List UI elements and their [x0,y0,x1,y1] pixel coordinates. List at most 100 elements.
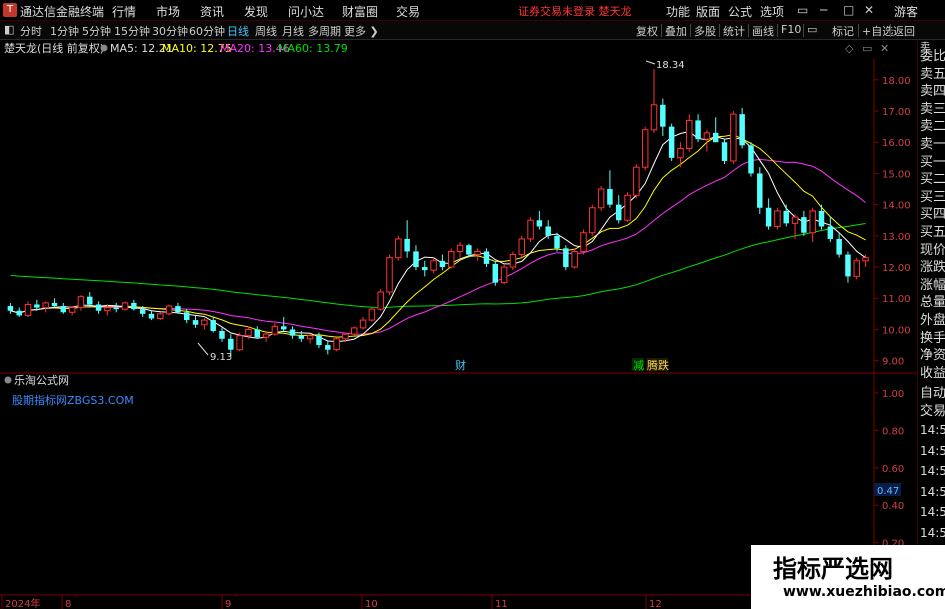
statistics-button[interactable]: 统计 [723,23,745,39]
restore-rights-button[interactable]: 复权 [636,23,658,39]
toolbar-toggle-icon[interactable]: ◧ [4,23,14,36]
candle-down [712,132,719,143]
candle-down [404,238,410,252]
tab-daily[interactable]: 日线 [227,23,249,39]
menu-formula[interactable]: 公式 [728,3,752,20]
low-marker-line [197,342,209,356]
back-button[interactable]: 返回 [893,23,915,39]
tab-60min[interactable]: 60分钟 [189,23,225,39]
side-panel-label: 买四 [920,207,945,223]
side-panel-label: 委比 [920,49,945,64]
time-axis: 2024年 8 9 10 11 12 [1,595,662,609]
draw-line-button[interactable]: 画线 [752,23,774,39]
quote-side-panel: 卖1000委比卖五卖四卖三卖二卖一买一买二买三买四买五现价涨跌涨幅总量外盘换手净… [917,40,945,609]
minimize-icon[interactable]: ─ [820,3,827,17]
candle-down [439,260,446,268]
toolbar: ◧ 分时 1分钟 5分钟 15分钟 30分钟 60分钟 日线 周线 月线 多周期… [0,21,945,40]
mark-icon[interactable]: ▭ [807,23,817,36]
price-tick-label: 16.00 [882,138,911,149]
tab-weekly[interactable]: 周线 [255,23,277,39]
menu-wealth[interactable]: 财富圈 [342,3,378,20]
side-panel-time: 14:56 [920,505,945,519]
maximize-icon[interactable]: □ [843,3,854,17]
tab-1min[interactable]: 1分钟 [50,23,79,39]
menu-function[interactable]: 功能 [666,3,690,20]
menu-market[interactable]: 市场 [156,3,180,20]
ma-lines [10,131,866,343]
sub-price-tick-label: 1.00 [882,389,904,400]
login-alert[interactable]: 证券交易未登录 楚天龙 [518,3,632,19]
tab-intraday[interactable]: 分时 [20,23,42,39]
candle-down [298,335,305,339]
candle-down [765,207,772,227]
tab-15min[interactable]: 15分钟 [114,23,150,39]
watermark-title: 指标严选网 [773,555,893,583]
side-panel-label: 外盘 [920,313,945,328]
candle-down [554,235,560,249]
user-label[interactable]: 游客 [894,3,918,20]
mark-button[interactable]: 标记 [832,23,854,39]
add-watchlist-button[interactable]: +自选 [862,23,893,39]
panel-close-icon[interactable]: ✕ [880,42,889,55]
menu-assistant[interactable]: 问小达 [288,3,324,20]
candle-down [845,254,851,277]
diamond-icon[interactable]: ◇ [845,42,854,55]
candle-up [571,250,578,268]
candle-up [386,257,393,293]
sub-settings-dot-icon[interactable] [4,376,12,384]
menu-layout[interactable]: 版面 [696,3,720,20]
event-marker-limit[interactable]: 腾跌 [647,358,669,372]
menu-options[interactable]: 选项 [760,3,784,20]
candle-up [447,250,455,268]
multi-stock-button[interactable]: 多股 [694,23,716,39]
panel-maximize-icon[interactable]: ▭ [862,42,872,55]
candle-up [527,219,534,240]
candle-down [228,338,234,350]
candle-up [157,313,164,320]
candle-up [351,327,358,335]
candle-down [827,226,834,239]
candle-up [500,266,508,284]
time-tick-label: 10 [365,599,378,609]
app-title: 通达信金融终端 [20,5,105,19]
menu-quotes[interactable]: 行情 [112,3,136,20]
side-panel-label: 买二 [920,172,945,188]
window-menu-icon[interactable]: ▭ [797,3,808,17]
menu-trade[interactable]: 交易 [396,3,420,20]
close-icon[interactable]: ✕ [864,3,874,17]
price-tick-label: 12.00 [882,263,911,274]
time-tick-label: 11 [495,599,508,609]
tab-more[interactable]: 更多 ❯ [344,23,379,39]
candle-down [607,189,613,205]
overlay-button[interactable]: 叠加 [665,23,687,39]
side-panel-label: 涨幅 [920,277,945,293]
candle-up [271,325,279,335]
ma60-label: MA60: 13.79 [278,42,348,55]
tab-30min[interactable]: 30分钟 [152,23,188,39]
tab-monthly[interactable]: 月线 [282,23,304,39]
event-marker-finance[interactable]: 财 [455,358,466,372]
sub-value-marker: 0.47 [877,486,899,497]
menu-discover[interactable]: 发现 [244,3,268,20]
candle-up [703,132,711,140]
kline-chart[interactable]: 楚天龙(日线 前复权) MA5: 12.21 MA10: 12.75 MA20:… [0,40,917,609]
low-price-label: 9.13 [210,352,232,363]
sub-price-tick-label: 0.40 [882,501,904,512]
toolbar-separator [777,24,778,37]
candle-down [739,114,745,146]
menu-news[interactable]: 资讯 [200,3,224,20]
side-panel-time: 14:56 [920,443,945,458]
side-panel-label: 交易 [920,404,945,419]
settings-dot-icon[interactable] [100,44,108,52]
side-panel-label: 买三 [920,189,945,205]
candle-up [165,305,173,315]
tab-multi-period[interactable]: 多周期 [308,23,341,39]
side-panel-time: 14:56 [920,423,945,437]
side-panel-label: 自动 [920,386,945,401]
event-marker-reduce[interactable]: 减 [633,359,644,372]
candle-up [474,250,481,256]
candle-up [245,328,252,337]
tab-5min[interactable]: 5分钟 [82,23,111,39]
f10-button[interactable]: F10 [781,23,801,36]
price-tick-label: 13.00 [882,232,911,243]
